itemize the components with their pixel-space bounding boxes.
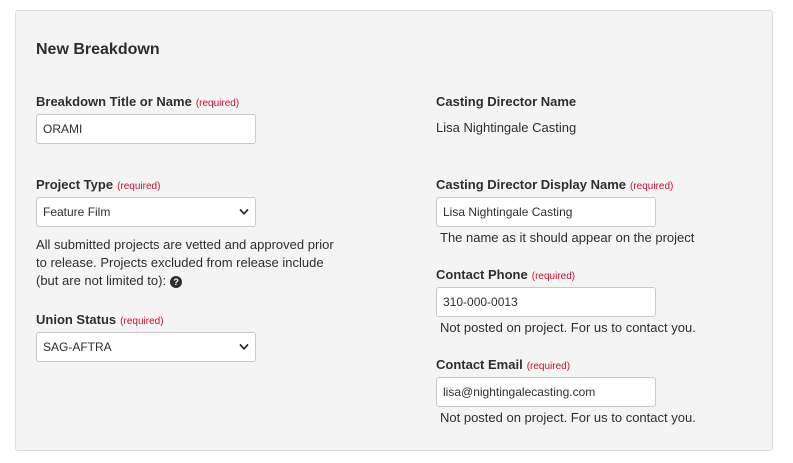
union-status-label: Union Status (required)	[36, 312, 164, 327]
required-marker: (required)	[120, 316, 164, 327]
question-circle-icon[interactable]: ?	[170, 275, 183, 288]
required-marker: (required)	[526, 361, 571, 372]
chevron-down-icon	[239, 209, 249, 215]
project-type-label-text: Project Type	[36, 177, 114, 192]
breakdown-title-input[interactable]: ORAMI	[36, 114, 256, 144]
project-type-note-text: All submitted projects are vetted and ap…	[36, 237, 334, 288]
casting-director-label: Casting Director Name	[436, 94, 577, 109]
panel-title: New Breakdown	[36, 41, 160, 58]
display-name-label-text: Casting Director Display Name	[436, 177, 627, 192]
breakdown-title-label: Breakdown Title or Name (required)	[36, 94, 239, 109]
project-type-select[interactable]: Feature Film	[36, 197, 256, 227]
chevron-down-icon	[239, 344, 249, 350]
union-status-label-text: Union Status	[36, 312, 117, 327]
contact-phone-label-text: Contact Phone	[436, 267, 528, 282]
contact-email-value: lisa@nightingalecasting.com	[443, 385, 596, 399]
required-marker: (required)	[531, 271, 576, 282]
contact-email-input[interactable]: lisa@nightingalecasting.com	[436, 377, 656, 407]
new-breakdown-panel: New Breakdown Breakdown Title or Name (re…	[15, 10, 773, 451]
contact-phone-label: Contact Phone (required)	[436, 267, 575, 282]
required-marker: (required)	[195, 98, 240, 109]
contact-email-label-text: Contact Email	[436, 357, 523, 372]
required-marker: (required)	[117, 181, 161, 192]
display-name-value: Lisa Nightingale Casting	[443, 205, 573, 219]
contact-phone-value: 310-000-0013	[443, 295, 518, 309]
display-name-input[interactable]: Lisa Nightingale Casting	[436, 197, 656, 227]
contact-email-help: Not posted on project. For us to contact…	[440, 410, 696, 425]
casting-director-value: Lisa Nightingale Casting	[436, 120, 577, 135]
breakdown-title-label-text: Breakdown Title or Name	[36, 94, 192, 109]
contact-phone-input[interactable]: 310-000-0013	[436, 287, 656, 317]
breakdown-title-value: ORAMI	[43, 122, 83, 136]
required-marker: (required)	[630, 181, 674, 192]
union-status-selected: SAG-AFTRA	[43, 340, 112, 354]
display-name-label: Casting Director Display Name (required)	[436, 177, 673, 192]
project-type-note: All submitted projects are vetted and ap…	[36, 236, 336, 290]
union-status-select[interactable]: SAG-AFTRA	[36, 332, 256, 362]
display-name-help: The name as it should appear on the proj…	[440, 230, 695, 245]
project-type-label: Project Type (required)	[36, 177, 160, 192]
project-type-selected: Feature Film	[43, 205, 111, 219]
contact-phone-help: Not posted on project. For us to contact…	[440, 320, 696, 335]
contact-email-label: Contact Email (required)	[436, 357, 570, 372]
